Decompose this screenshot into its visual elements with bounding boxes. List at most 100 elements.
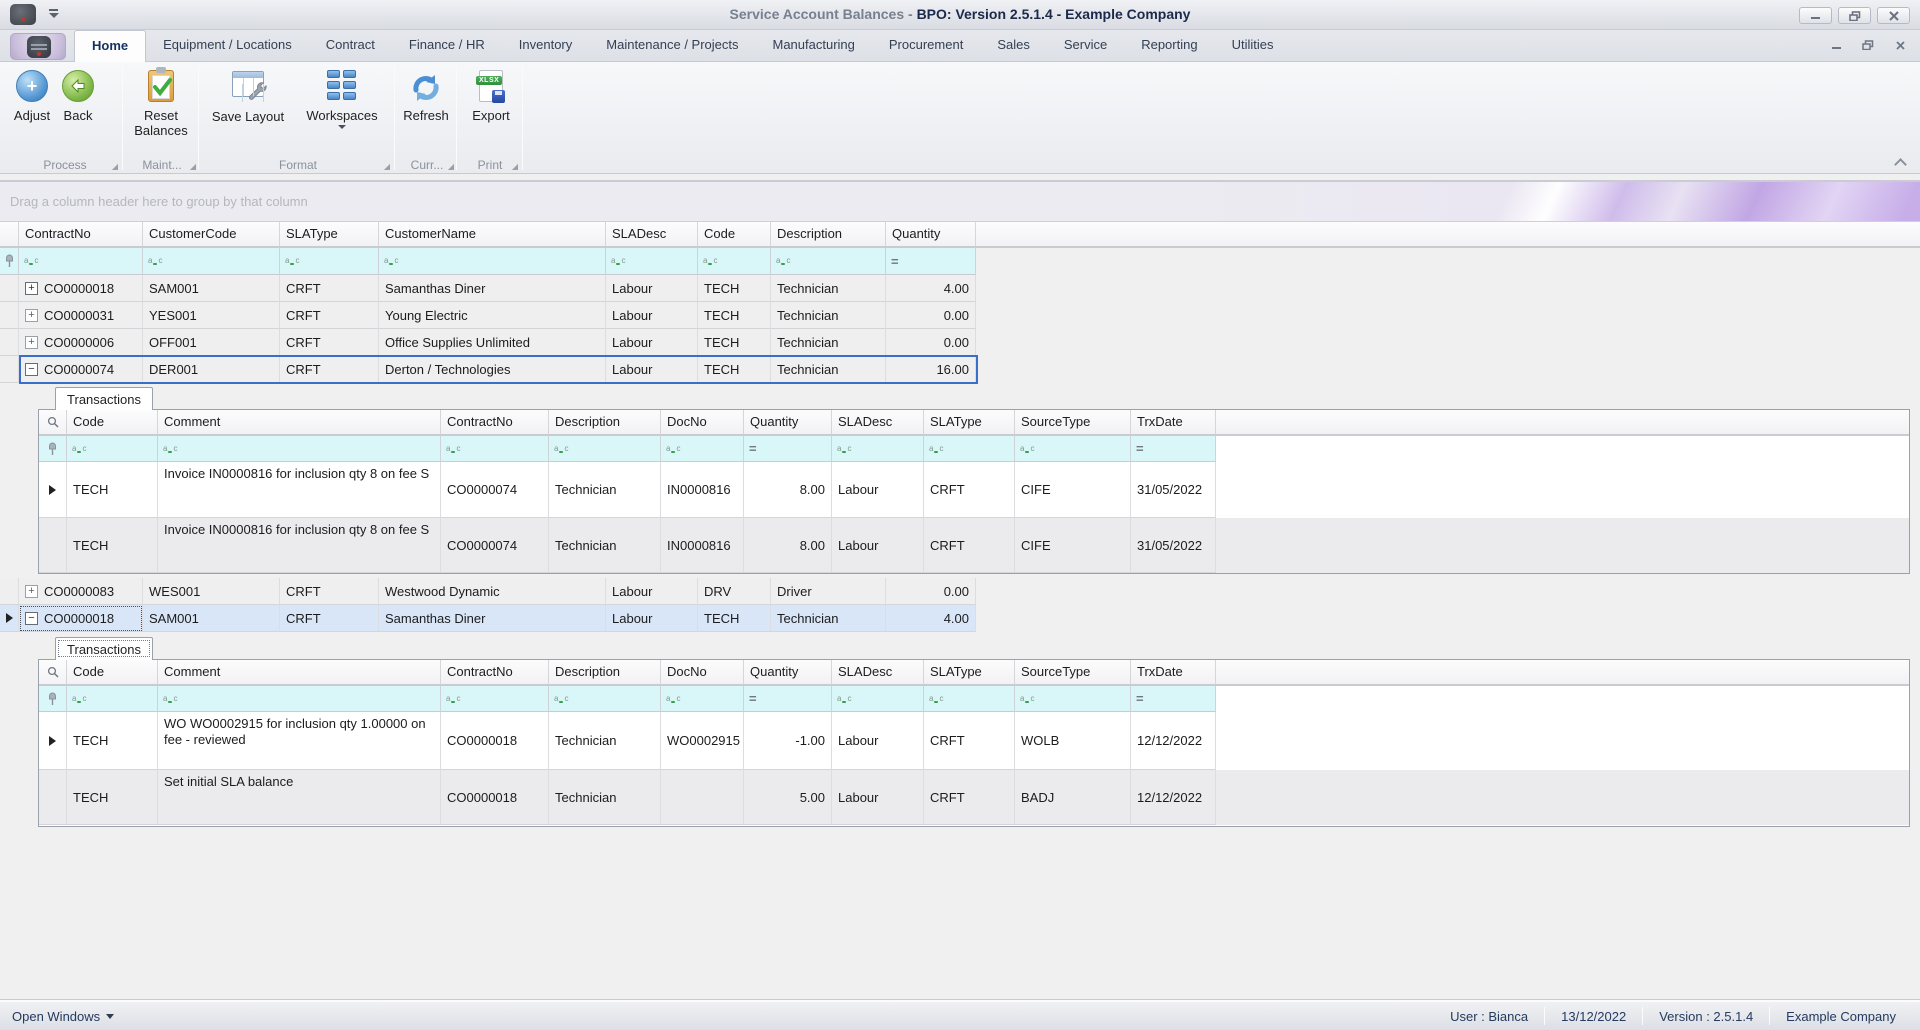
filter-slatype[interactable] — [924, 436, 1015, 462]
filter-contractno[interactable] — [19, 248, 143, 275]
column-header-customercode[interactable]: CustomerCode — [143, 222, 280, 247]
contract-row-focused[interactable]: − CO0000018 SAM001 CRFT Samanthas Diner L… — [0, 605, 976, 632]
column-header-code[interactable]: Code — [698, 222, 771, 247]
column-header-description[interactable]: Description — [771, 222, 886, 247]
column-header-quantity[interactable]: Quantity — [886, 222, 976, 247]
transaction-row[interactable]: TECH WO WO0002915 for inclusion qty 1.00… — [39, 712, 1909, 770]
pin-icon[interactable] — [0, 248, 19, 275]
expand-icon[interactable]: + — [25, 335, 38, 349]
collapse-icon[interactable]: − — [25, 362, 38, 376]
dialog-launcher-icon[interactable]: ◢ — [112, 162, 118, 171]
filter-code[interactable] — [698, 248, 771, 275]
tab-inventory[interactable]: Inventory — [502, 30, 589, 62]
filter-quantity[interactable] — [744, 686, 832, 712]
group-by-panel[interactable]: Drag a column header here to group by th… — [0, 180, 1920, 222]
column-header-slatype[interactable]: SLAType — [924, 410, 1015, 435]
collapse-icon[interactable]: − — [25, 611, 38, 625]
transaction-row[interactable]: TECH Invoice IN0000816 for inclusion qty… — [39, 462, 1909, 518]
workspaces-button[interactable]: Workspaces — [296, 66, 388, 129]
search-icon[interactable] — [39, 410, 67, 435]
filter-slatype[interactable] — [924, 686, 1015, 712]
contract-row[interactable]: + CO0000083 WES001 CRFT Westwood Dynamic … — [0, 578, 976, 605]
contract-row[interactable]: + CO0000018 SAM001 CRFT Samanthas Diner L… — [0, 275, 976, 302]
tab-service[interactable]: Service — [1047, 30, 1124, 62]
tab-sales[interactable]: Sales — [980, 30, 1047, 62]
filter-customername[interactable] — [379, 248, 606, 275]
tab-equipment-locations[interactable]: Equipment / Locations — [146, 30, 309, 62]
column-header-sourcetype[interactable]: SourceType — [1015, 410, 1131, 435]
column-header-quantity[interactable]: Quantity — [744, 660, 832, 685]
refresh-button[interactable]: Refresh — [398, 66, 454, 123]
tab-maintenance-projects[interactable]: Maintenance / Projects — [589, 30, 755, 62]
tab-reporting[interactable]: Reporting — [1124, 30, 1214, 62]
column-header-sladesc[interactable]: SLADesc — [832, 660, 924, 685]
filter-docno[interactable] — [661, 686, 744, 712]
filter-trxdate[interactable] — [1131, 686, 1216, 712]
minimize-button[interactable] — [1799, 7, 1832, 24]
column-header-code[interactable]: Code — [67, 660, 158, 685]
filter-description[interactable] — [549, 686, 661, 712]
column-header-slatype[interactable]: SLAType — [924, 660, 1015, 685]
filter-sourcetype[interactable] — [1015, 436, 1131, 462]
filter-quantity[interactable] — [744, 436, 832, 462]
tab-procurement[interactable]: Procurement — [872, 30, 980, 62]
filter-contractno[interactable] — [441, 686, 549, 712]
column-header-customername[interactable]: CustomerName — [379, 222, 606, 247]
tab-manufacturing[interactable]: Manufacturing — [756, 30, 872, 62]
column-header-contractno[interactable]: ContractNo — [19, 222, 143, 247]
column-header-comment[interactable]: Comment — [158, 410, 441, 435]
column-header-sladesc[interactable]: SLADesc — [606, 222, 698, 247]
column-header-description[interactable]: Description — [549, 660, 661, 685]
column-header-docno[interactable]: DocNo — [661, 660, 744, 685]
dialog-launcher-icon[interactable]: ◢ — [384, 162, 390, 171]
column-header-contractno[interactable]: ContractNo — [441, 410, 549, 435]
filter-trxdate[interactable] — [1131, 436, 1216, 462]
column-header-quantity[interactable]: Quantity — [744, 410, 832, 435]
transactions-tab[interactable]: Transactions — [55, 637, 153, 660]
expand-icon[interactable]: + — [25, 308, 38, 322]
search-icon[interactable] — [39, 660, 67, 685]
expand-icon[interactable]: + — [25, 584, 38, 598]
application-menu-button[interactable] — [10, 33, 66, 60]
column-header-contractno[interactable]: ContractNo — [441, 660, 549, 685]
filter-sladesc[interactable] — [832, 436, 924, 462]
column-header-sladesc[interactable]: SLADesc — [832, 410, 924, 435]
filter-code[interactable] — [67, 686, 158, 712]
dialog-launcher-icon[interactable]: ◢ — [512, 162, 518, 171]
filter-comment[interactable] — [158, 436, 441, 462]
transaction-row[interactable]: TECH Set initial SLA balance CO0000018 T… — [39, 770, 1909, 825]
column-header-sourcetype[interactable]: SourceType — [1015, 660, 1131, 685]
filter-slatype[interactable] — [280, 248, 379, 275]
column-header-docno[interactable]: DocNo — [661, 410, 744, 435]
tab-contract[interactable]: Contract — [309, 30, 392, 62]
column-header-slatype[interactable]: SLAType — [280, 222, 379, 247]
tab-home[interactable]: Home — [74, 30, 147, 62]
child-close-button[interactable] — [1892, 38, 1908, 52]
transactions-tab[interactable]: Transactions — [55, 387, 153, 410]
filter-quantity[interactable] — [886, 248, 976, 275]
contract-row[interactable]: + CO0000031 YES001 CRFT Young Electric La… — [0, 302, 976, 329]
dialog-launcher-icon[interactable]: ◢ — [448, 162, 454, 171]
contract-row-selected[interactable]: − CO0000074 DER001 CRFT Derton / Technolo… — [0, 356, 976, 383]
reset-balances-button[interactable]: Reset Balances — [128, 66, 194, 138]
child-minimize-button[interactable] — [1828, 38, 1844, 52]
filter-description[interactable] — [549, 436, 661, 462]
filter-sourcetype[interactable] — [1015, 686, 1131, 712]
transaction-row[interactable]: TECH Invoice IN0000816 for inclusion qty… — [39, 518, 1909, 573]
back-button[interactable]: Back — [54, 66, 102, 123]
export-button[interactable]: XLSX Export — [462, 66, 520, 123]
restore-button[interactable] — [1838, 7, 1871, 24]
filter-description[interactable] — [771, 248, 886, 275]
filter-customercode[interactable] — [143, 248, 280, 275]
open-windows-button[interactable]: Open Windows — [12, 1009, 115, 1024]
close-button[interactable] — [1877, 7, 1910, 24]
column-header-code[interactable]: Code — [67, 410, 158, 435]
filter-contractno[interactable] — [441, 436, 549, 462]
adjust-button[interactable]: + Adjust — [8, 66, 56, 123]
filter-sladesc[interactable] — [832, 686, 924, 712]
pin-icon[interactable] — [39, 686, 67, 712]
column-header-trxdate[interactable]: TrxDate — [1131, 410, 1216, 435]
tab-finance-hr[interactable]: Finance / HR — [392, 30, 502, 62]
pin-icon[interactable] — [39, 436, 67, 462]
column-header-trxdate[interactable]: TrxDate — [1131, 660, 1216, 685]
